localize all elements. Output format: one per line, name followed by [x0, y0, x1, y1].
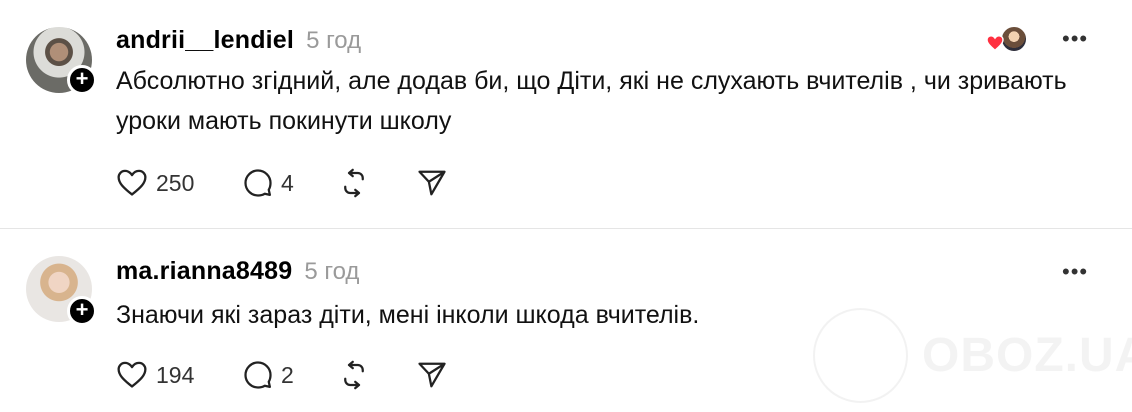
username[interactable]: ma.rianna8489	[116, 257, 292, 286]
action-bar: 250 4	[116, 168, 457, 198]
comment-count: 2	[281, 361, 294, 388]
send-icon	[418, 170, 446, 196]
liker-avatar	[1000, 25, 1028, 53]
username[interactable]: andrii__lendiel	[116, 26, 294, 55]
watermark-text: OBOZ.UA	[922, 329, 1132, 382]
like-button[interactable]: 250	[116, 169, 243, 197]
send-icon	[418, 362, 446, 388]
timestamp: 5 год	[304, 258, 360, 285]
repost-button[interactable]	[339, 168, 417, 198]
watermark-logo	[813, 308, 908, 403]
repost-icon	[344, 360, 364, 390]
repost-icon	[344, 168, 364, 198]
like-button[interactable]: 194	[116, 361, 243, 389]
share-button[interactable]	[417, 168, 457, 198]
repost-button[interactable]	[339, 360, 417, 390]
comment-text: Абсолютно згідний, але додав би, що Діти…	[116, 67, 1067, 135]
more-dots-icon[interactable]: •••	[1062, 259, 1088, 285]
liked-heart-icon	[986, 35, 1004, 51]
liked-by[interactable]	[986, 25, 1028, 55]
timestamp: 5 год	[306, 27, 362, 54]
action-bar: 194 2	[116, 360, 457, 390]
comment-count: 4	[281, 169, 294, 196]
more-dots-icon[interactable]: •••	[1062, 26, 1088, 52]
comment-button[interactable]: 2	[243, 360, 339, 390]
comment-bubble-icon	[244, 169, 272, 197]
like-count: 194	[156, 361, 195, 388]
comment-bubble-icon	[244, 361, 272, 389]
comment-post: + andrii__lendiel 5 год ••• Абсолютно зг…	[0, 0, 1132, 229]
like-count: 250	[156, 169, 195, 196]
post-header: ma.rianna8489 5 год	[116, 257, 359, 286]
follow-button[interactable]: +	[67, 296, 97, 326]
watermark: OBOZ.UA	[813, 308, 1132, 403]
post-header: andrii__lendiel 5 год	[116, 26, 361, 55]
share-button[interactable]	[417, 360, 457, 390]
heart-icon	[117, 361, 147, 388]
heart-icon	[117, 169, 147, 196]
follow-button[interactable]: +	[67, 65, 97, 95]
comment-button[interactable]: 4	[243, 168, 339, 198]
